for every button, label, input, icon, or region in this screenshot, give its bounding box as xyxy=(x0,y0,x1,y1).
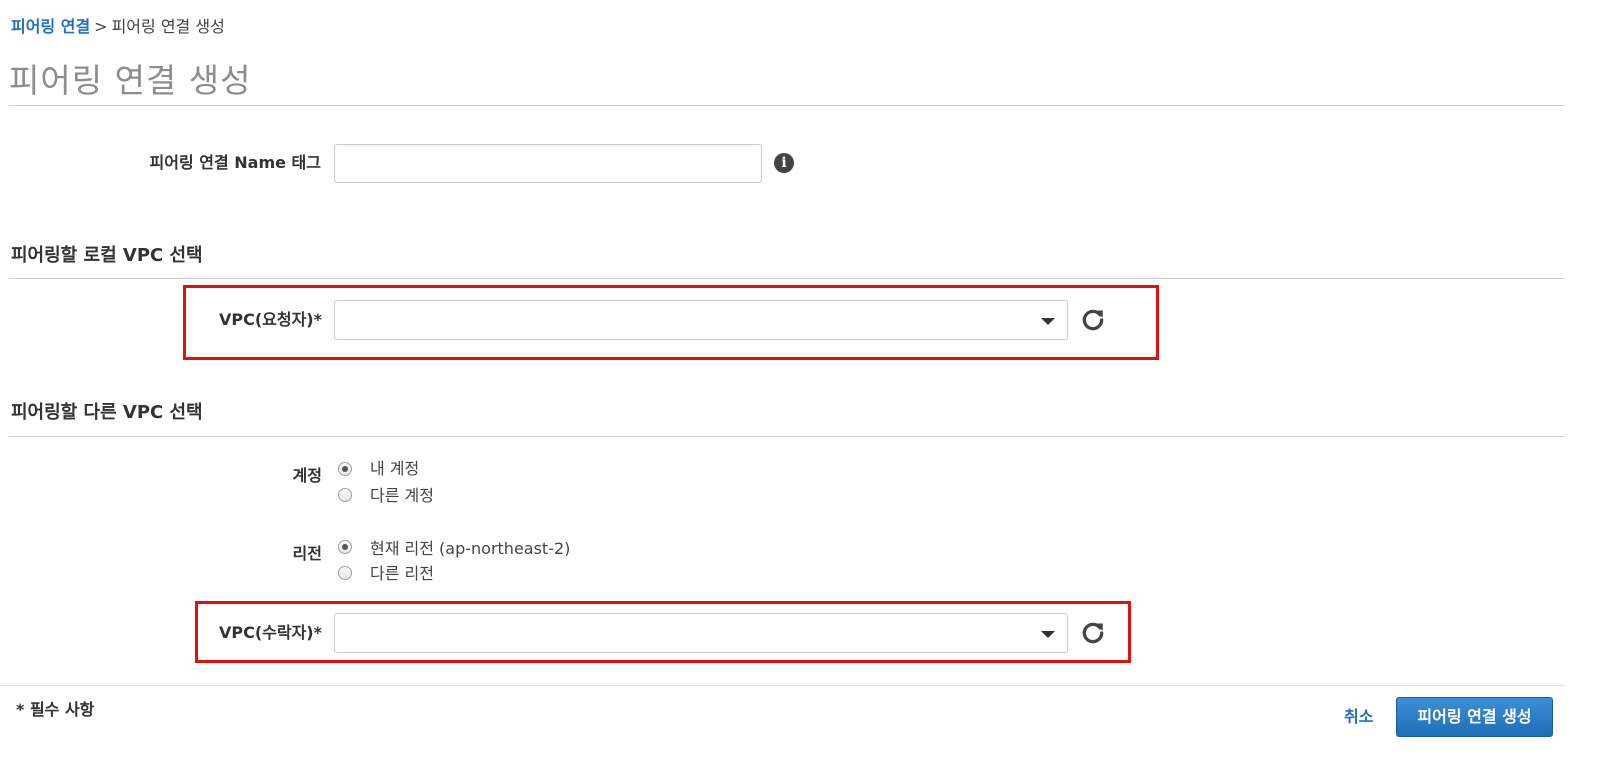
title-divider xyxy=(9,105,1565,106)
region-other-label: 다른 리전 xyxy=(370,564,434,583)
region-current-radio[interactable] xyxy=(338,540,352,554)
refresh-icon[interactable] xyxy=(1080,620,1106,646)
requester-vpc-select[interactable] xyxy=(334,300,1068,340)
other-vpc-section-divider xyxy=(9,436,1565,437)
account-other-label: 다른 계정 xyxy=(370,486,434,505)
region-other-radio[interactable] xyxy=(338,566,352,580)
name-tag-label: 피어링 연결 Name 태그 xyxy=(149,153,321,172)
local-vpc-section-divider xyxy=(9,278,1565,279)
chevron-down-icon xyxy=(1041,318,1055,325)
region-current-label: 현재 리전 (ap-northeast-2) xyxy=(370,539,571,558)
region-label: 리전 xyxy=(292,544,322,563)
create-peering-connection-button[interactable]: 피어링 연결 생성 xyxy=(1396,697,1553,737)
info-icon[interactable]: i xyxy=(774,153,794,173)
other-vpc-section-heading: 피어링할 다른 VPC 선택 xyxy=(11,402,203,423)
account-my-radio[interactable] xyxy=(338,462,352,476)
refresh-icon[interactable] xyxy=(1080,307,1106,333)
breadcrumb-current: 피어링 연결 생성 xyxy=(111,17,225,36)
chevron-down-icon xyxy=(1041,631,1055,638)
account-my-label: 내 계정 xyxy=(370,459,420,478)
breadcrumb-parent-link[interactable]: 피어링 연결 xyxy=(11,17,90,36)
account-label: 계정 xyxy=(292,466,322,485)
breadcrumb-separator: > xyxy=(94,17,108,36)
accepter-vpc-label: VPC(수락자)* xyxy=(218,623,322,642)
page-title: 피어링 연결 생성 xyxy=(9,61,252,100)
account-other-radio[interactable] xyxy=(338,488,352,502)
accepter-vpc-select[interactable] xyxy=(334,613,1068,653)
required-note: * 필수 사항 xyxy=(16,700,95,719)
cancel-button[interactable]: 취소 xyxy=(1344,706,1373,728)
requester-vpc-label: VPC(요청자)* xyxy=(218,310,322,329)
local-vpc-section-heading: 피어링할 로컬 VPC 선택 xyxy=(11,245,203,266)
breadcrumb: 피어링 연결 > 피어링 연결 생성 xyxy=(11,15,225,39)
name-tag-input[interactable] xyxy=(334,144,762,183)
footer-divider xyxy=(0,685,1565,686)
